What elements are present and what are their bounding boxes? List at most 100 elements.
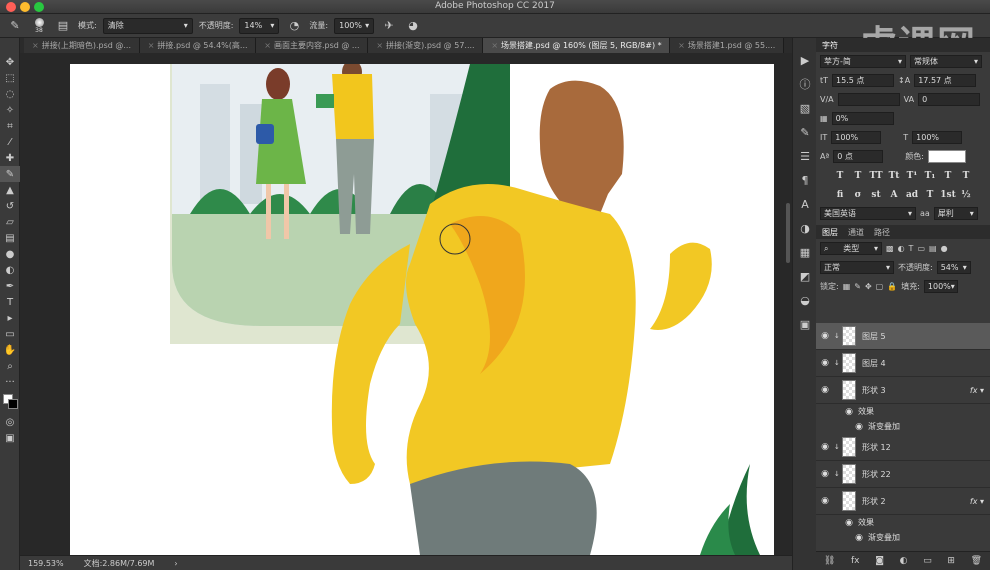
tab-document-2[interactable]: × 拼接.psd @ 54.4%(高... <box>139 38 257 53</box>
lasso-tool-icon[interactable]: ◌ <box>0 86 20 102</box>
styles-panel-icon[interactable]: ◩ <box>793 264 817 288</box>
filter-shape-icon[interactable]: ▭ <box>917 244 925 253</box>
adjustments-panel-icon[interactable]: ◒ <box>793 288 817 312</box>
eye-icon[interactable]: ◉ <box>840 407 858 417</box>
eye-icon[interactable]: ◉ <box>816 496 834 506</box>
mode-select[interactable]: 清除 ▾ <box>102 17 193 34</box>
fx-icon[interactable]: fx ▾ <box>970 386 984 395</box>
color-panel-icon[interactable]: ◑ <box>793 216 817 240</box>
tab-document-6[interactable]: × 场景搭建1.psd @ 55.... <box>670 38 785 53</box>
faux-bold-button[interactable]: T <box>833 169 847 182</box>
close-icon[interactable]: × <box>678 41 685 50</box>
vertical-scale-field[interactable]: 100% <box>831 131 882 144</box>
effect-row[interactable]: ◉ 渐变叠加 <box>816 419 990 434</box>
fx-icon[interactable]: fx <box>851 556 860 566</box>
swatches-panel-icon[interactable]: ▦ <box>793 240 817 264</box>
lock-position-icon[interactable]: ✥ <box>865 282 872 291</box>
brush-panel-icon[interactable]: ▤ <box>54 18 72 34</box>
old-style-button[interactable]: σ <box>851 188 865 201</box>
layer-opacity-field[interactable]: 54% ▾ <box>936 261 971 274</box>
zoom-level[interactable]: 159.53% <box>28 559 64 568</box>
ordinal-sup-button[interactable]: 1st <box>940 188 956 201</box>
canvas-area[interactable] <box>20 53 792 555</box>
eye-icon[interactable]: ◉ <box>816 385 834 395</box>
subscript-button[interactable]: T₁ <box>923 169 937 182</box>
tab-channels[interactable]: 通道 <box>848 227 864 238</box>
layer-name[interactable]: 图层 5 <box>862 331 886 342</box>
new-group-icon[interactable]: ▭ <box>923 556 932 566</box>
layer-row[interactable]: ◉ ↓ 图层 4 <box>816 350 990 377</box>
brush-tool-icon[interactable]: ✎ <box>6 18 24 34</box>
type-tool-icon[interactable]: T <box>0 294 20 310</box>
font-family-select[interactable]: 苹方-简 ▾ <box>820 55 906 68</box>
layer-name[interactable]: 形状 22 <box>862 469 891 480</box>
add-mask-icon[interactable]: ◙ <box>875 556 884 566</box>
filter-type-icon[interactable]: T <box>909 244 914 253</box>
stamp-tool-icon[interactable]: ▲ <box>0 182 20 198</box>
color-swatches[interactable] <box>0 390 19 414</box>
healing-tool-icon[interactable]: ✚ <box>0 150 20 166</box>
layer-name[interactable]: 形状 2 <box>862 496 886 507</box>
close-icon[interactable]: × <box>32 41 39 50</box>
faux-italic-button[interactable]: T <box>851 169 865 182</box>
properties-panel-icon[interactable]: ▧ <box>793 96 817 120</box>
swash-button[interactable]: st <box>869 188 883 201</box>
layer-name[interactable]: 图层 4 <box>862 358 886 369</box>
close-icon[interactable]: × <box>264 41 271 50</box>
ligatures-button[interactable]: fi <box>833 188 847 201</box>
layers-list[interactable]: ◉ ↓ 图层 5 ◉ ↓ 图层 4 ◉ 形状 3 fx ▾ ◉ 效果 ◉ 渐变叠… <box>816 323 990 551</box>
superscript-button[interactable]: T¹ <box>905 169 919 182</box>
crop-tool-icon[interactable]: ⌗ <box>0 118 20 134</box>
zoom-tool-icon[interactable]: ⌕ <box>0 358 20 374</box>
language-select[interactable]: 美国英语 ▾ <box>820 207 916 220</box>
opacity-field[interactable]: 14% ▾ <box>239 17 280 34</box>
eye-icon[interactable]: ◉ <box>816 331 834 341</box>
screen-mode-icon[interactable]: ▣ <box>0 430 20 446</box>
tsume-field[interactable]: 0% <box>831 112 894 125</box>
marquee-tool-icon[interactable]: ⬚ <box>0 70 20 86</box>
adjustment-layer-icon[interactable]: ◐ <box>900 556 908 566</box>
effect-row[interactable]: ◉ 渐变叠加 <box>816 530 990 545</box>
link-layers-icon[interactable]: ⛓ <box>824 556 835 566</box>
tab-document-1[interactable]: × 拼接(上期暗色).psd @... <box>24 38 140 53</box>
fractions-button[interactable]: ½ <box>959 188 973 201</box>
font-size-field[interactable]: 15.5 点 <box>832 74 895 87</box>
vertical-scrollbar[interactable] <box>786 203 790 263</box>
ordinals-button[interactable]: T <box>923 188 937 201</box>
lock-transparent-icon[interactable]: ▦ <box>843 282 851 291</box>
character-panel-icon[interactable]: A <box>793 192 817 216</box>
pressure-size-icon[interactable]: ◕ <box>404 18 422 34</box>
history-panel-icon[interactable]: ▶ <box>793 48 817 72</box>
underline-button[interactable]: T <box>941 169 955 182</box>
pen-tool-icon[interactable]: ✒ <box>0 278 20 294</box>
alternates-button[interactable]: A <box>887 188 901 201</box>
brush-panel-icon[interactable]: ✎ <box>793 120 817 144</box>
strikethrough-button[interactable]: T <box>959 169 973 182</box>
background-color-swatch[interactable] <box>8 399 18 409</box>
blend-mode-select[interactable]: 正常 ▾ <box>820 261 894 274</box>
libraries-panel-icon[interactable]: ▣ <box>793 312 817 336</box>
info-panel-icon[interactable]: ⓘ <box>793 72 817 96</box>
tab-document-3[interactable]: × 画面主要内容.psd @ ... <box>256 38 369 53</box>
shape-tool-icon[interactable]: ▭ <box>0 326 20 342</box>
history-brush-icon[interactable]: ↺ <box>0 198 20 214</box>
lock-artboard-icon[interactable]: ▢ <box>876 282 884 291</box>
layer-row[interactable]: ◉ 形状 2 fx ▾ <box>816 488 990 515</box>
flow-field[interactable]: 100% ▾ <box>334 17 375 34</box>
tab-paths[interactable]: 路径 <box>874 227 890 238</box>
path-select-tool-icon[interactable]: ▸ <box>0 310 20 326</box>
hand-tool-icon[interactable]: ✋ <box>0 342 20 358</box>
filter-adjust-icon[interactable]: ◐ <box>898 244 905 253</box>
tab-document-4[interactable]: × 拼接(渐变).psd @ 57.... <box>368 38 484 53</box>
all-caps-button[interactable]: TT <box>869 169 883 182</box>
paragraph-panel-icon[interactable]: ¶ <box>793 168 817 192</box>
layer-row[interactable]: ◉ ↓ 形状 12 <box>816 434 990 461</box>
tab-character[interactable]: 字符 <box>822 40 838 51</box>
layer-filter-select[interactable]: ⌕ 类型 ▾ <box>820 242 882 255</box>
eye-icon[interactable]: ◉ <box>850 533 868 543</box>
gradient-tool-icon[interactable]: ▤ <box>0 230 20 246</box>
filter-pixel-icon[interactable]: ▩ <box>886 244 894 253</box>
layer-row[interactable]: ◉ 形状 3 fx ▾ <box>816 377 990 404</box>
quick-mask-icon[interactable]: ◎ <box>0 414 20 430</box>
quick-select-tool-icon[interactable]: ✧ <box>0 102 20 118</box>
